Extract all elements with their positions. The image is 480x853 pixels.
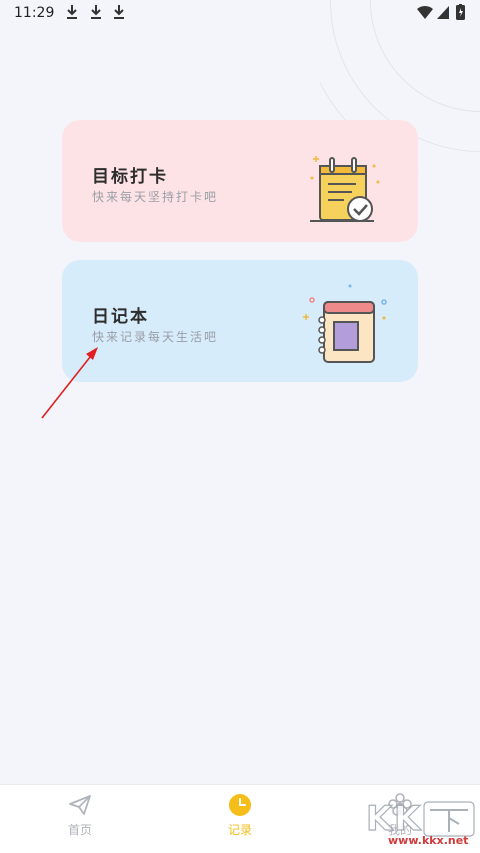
cellular-signal-icon [437, 6, 449, 19]
card-subtitle: 快来记录每天生活吧 [92, 330, 219, 344]
tab-label: 记录 [227, 823, 252, 837]
tab-home[interactable]: 首页 [40, 785, 120, 853]
diary-card[interactable]: 日记本 快来记录每天生活吧 [62, 260, 418, 382]
paper-plane-icon [69, 795, 91, 815]
wifi-icon [417, 5, 433, 19]
download-icon [91, 5, 101, 19]
card-subtitle: 快来每天坚持打卡吧 [92, 190, 219, 204]
tab-records[interactable]: 记录 [200, 785, 280, 853]
download-icon [114, 5, 124, 19]
goal-checkin-card[interactable]: 目标打卡 快来每天坚持打卡吧 [62, 120, 418, 242]
watermark-url: www.kkx.net [388, 834, 469, 847]
notebook-icon [303, 284, 387, 363]
status-time: 11:29 [14, 5, 55, 21]
battery-icon [456, 4, 465, 20]
download-icon [67, 5, 77, 19]
status-bar: 11:29 [0, 0, 480, 26]
annotation-arrow [41, 347, 98, 419]
card-title: 日记本 [92, 307, 149, 327]
tab-label: 首页 [67, 823, 92, 837]
svg-text:K: K [394, 799, 422, 839]
svg-text:K: K [366, 799, 394, 839]
clock-icon [229, 794, 251, 816]
card-title: 目标打卡 [92, 167, 168, 187]
clipboard-check-icon [310, 156, 380, 222]
